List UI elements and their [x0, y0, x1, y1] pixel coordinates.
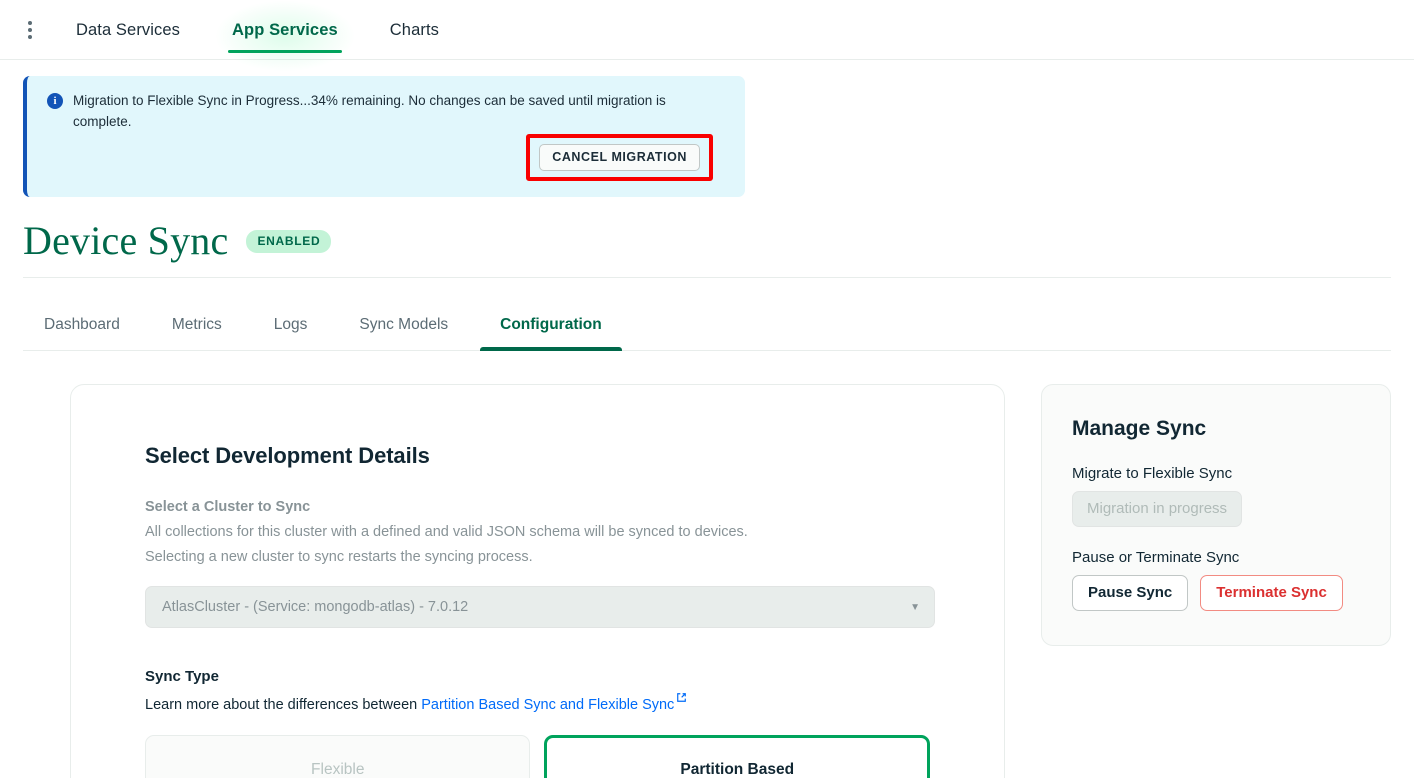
manage-sync-title: Manage Sync — [1072, 417, 1360, 441]
red-highlight-annotation: CANCEL MIGRATION — [526, 134, 713, 181]
global-nav-item-charts[interactable]: Charts — [388, 3, 441, 57]
chevron-down-icon: ▼ — [910, 602, 920, 613]
sync-type-description: Learn more about the differences between… — [145, 691, 930, 713]
tab-label: Sync Models — [359, 316, 448, 333]
sync-docs-link[interactable]: Partition Based Sync and Flexible Sync — [421, 697, 674, 713]
global-nav-label: Data Services — [76, 21, 180, 39]
sync-type-option-label: Partition Based — [680, 761, 794, 778]
pause-sync-button[interactable]: Pause Sync — [1072, 575, 1188, 611]
cluster-select-value: AtlasCluster - (Service: mongodb-atlas) … — [162, 599, 468, 615]
page-header: Device Sync ENABLED — [0, 197, 1414, 263]
global-nav-item-data-services[interactable]: Data Services — [74, 3, 182, 57]
tab-dashboard[interactable]: Dashboard — [36, 302, 128, 350]
migration-progress-banner: i Migration to Flexible Sync in Progress… — [23, 76, 745, 197]
kebab-dot — [28, 35, 32, 39]
page-title: Device Sync — [23, 219, 228, 263]
tab-label: Metrics — [172, 316, 222, 333]
sync-type-option-partition-based[interactable]: Partition Based — [544, 735, 930, 778]
pause-terminate-label: Pause or Terminate Sync — [1072, 549, 1360, 566]
tab-configuration[interactable]: Configuration — [492, 302, 610, 350]
manage-sync-button-row: Pause Sync Terminate Sync — [1072, 575, 1360, 611]
cancel-migration-button[interactable]: CANCEL MIGRATION — [539, 144, 700, 171]
page-body: Select Development Details Select a Clus… — [0, 351, 1414, 778]
manage-sync-card: Manage Sync Migrate to Flexible Sync Mig… — [1041, 384, 1391, 646]
sync-type-option-label: Flexible — [311, 761, 364, 778]
section-tabs: Dashboard Metrics Logs Sync Models Confi… — [23, 278, 1391, 351]
migrate-label: Migrate to Flexible Sync — [1072, 465, 1360, 482]
global-navigation-bar: Data Services App Services Charts — [0, 0, 1414, 60]
development-details-card: Select Development Details Select a Clus… — [70, 384, 1005, 778]
sync-type-options: Flexible Partition Based — [145, 735, 930, 778]
kebab-dot — [28, 28, 32, 32]
tab-sync-models[interactable]: Sync Models — [351, 302, 456, 350]
banner-message: Migration to Flexible Sync in Progress..… — [73, 90, 703, 132]
sync-type-option-flexible[interactable]: Flexible — [145, 735, 530, 778]
cluster-description-line-1: All collections for this cluster with a … — [145, 520, 930, 545]
external-link-icon — [676, 691, 687, 707]
sync-type-description-prefix: Learn more about the differences between — [145, 697, 421, 713]
global-nav-item-app-services[interactable]: App Services — [230, 3, 340, 57]
global-nav-label: Charts — [390, 21, 439, 39]
info-circle-icon: i — [47, 93, 63, 109]
migration-in-progress-button[interactable]: Migration in progress — [1072, 491, 1242, 527]
section-title: Select Development Details — [145, 443, 930, 469]
tab-metrics[interactable]: Metrics — [164, 302, 230, 350]
tab-logs[interactable]: Logs — [266, 302, 316, 350]
banner-container: i Migration to Flexible Sync in Progress… — [0, 60, 1414, 197]
kebab-menu-icon[interactable] — [16, 13, 44, 47]
cluster-field-label: Select a Cluster to Sync — [145, 499, 930, 515]
banner-message-row: i Migration to Flexible Sync in Progress… — [47, 90, 729, 132]
tab-label: Configuration — [500, 316, 602, 333]
cluster-select[interactable]: AtlasCluster - (Service: mongodb-atlas) … — [145, 586, 935, 628]
cluster-description-line-2: Selecting a new cluster to sync restarts… — [145, 545, 930, 570]
sync-type-label: Sync Type — [145, 668, 930, 685]
tab-label: Logs — [274, 316, 308, 333]
terminate-sync-button[interactable]: Terminate Sync — [1200, 575, 1343, 611]
tab-label: Dashboard — [44, 316, 120, 333]
status-badge: ENABLED — [246, 230, 331, 253]
banner-action-row: CANCEL MIGRATION — [47, 134, 729, 181]
kebab-dot — [28, 21, 32, 25]
global-nav-label: App Services — [232, 21, 338, 39]
